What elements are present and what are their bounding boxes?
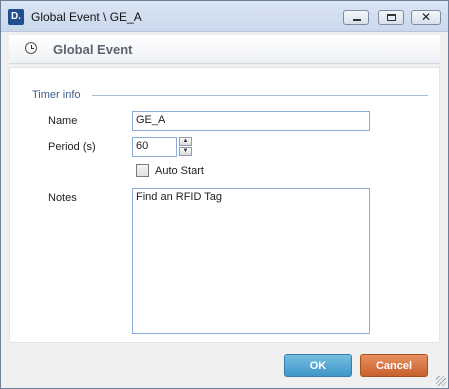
minimize-icon: [344, 11, 368, 24]
notes-field[interactable]: Find an RFID Tag: [132, 188, 370, 334]
spin-up-button[interactable]: ▲: [179, 137, 192, 146]
dialog-header: Global Event: [9, 35, 440, 64]
auto-start-label[interactable]: Auto Start: [155, 165, 204, 177]
maximize-icon: [379, 11, 403, 24]
window-title: Global Event \ GE_A: [31, 10, 142, 24]
name-label: Name: [48, 115, 78, 127]
period-field[interactable]: 60: [132, 137, 177, 157]
minimize-button[interactable]: [343, 10, 369, 25]
name-field[interactable]: GE_A: [132, 111, 370, 131]
header-title: Global Event: [53, 42, 133, 57]
period-stepper[interactable]: ▲ ▼: [179, 137, 192, 157]
app-logo-icon: D.: [8, 9, 24, 25]
close-icon: ✕: [420, 10, 432, 24]
resize-grip[interactable]: [436, 376, 446, 386]
title-bar[interactable]: D. Global Event \ GE_A ✕: [1, 1, 448, 32]
period-label: Period (s): [48, 141, 96, 153]
section-divider: [92, 95, 428, 96]
close-button[interactable]: ✕: [411, 10, 441, 25]
section-label: Timer info: [32, 89, 81, 101]
notes-label: Notes: [48, 192, 77, 204]
spin-down-button[interactable]: ▼: [179, 147, 192, 156]
dialog-footer: OK Cancel: [1, 345, 448, 388]
dialog-window: D. Global Event \ GE_A ✕ Global Event Ti…: [0, 0, 449, 389]
auto-start-checkbox[interactable]: [136, 164, 149, 177]
form-panel: Timer info Name GE_A Period (s) 60 ▲ ▼ A…: [9, 67, 440, 343]
cancel-button[interactable]: Cancel: [360, 354, 428, 377]
ok-button[interactable]: OK: [284, 354, 352, 377]
maximize-button[interactable]: [378, 10, 404, 25]
clock-icon: [25, 42, 37, 54]
